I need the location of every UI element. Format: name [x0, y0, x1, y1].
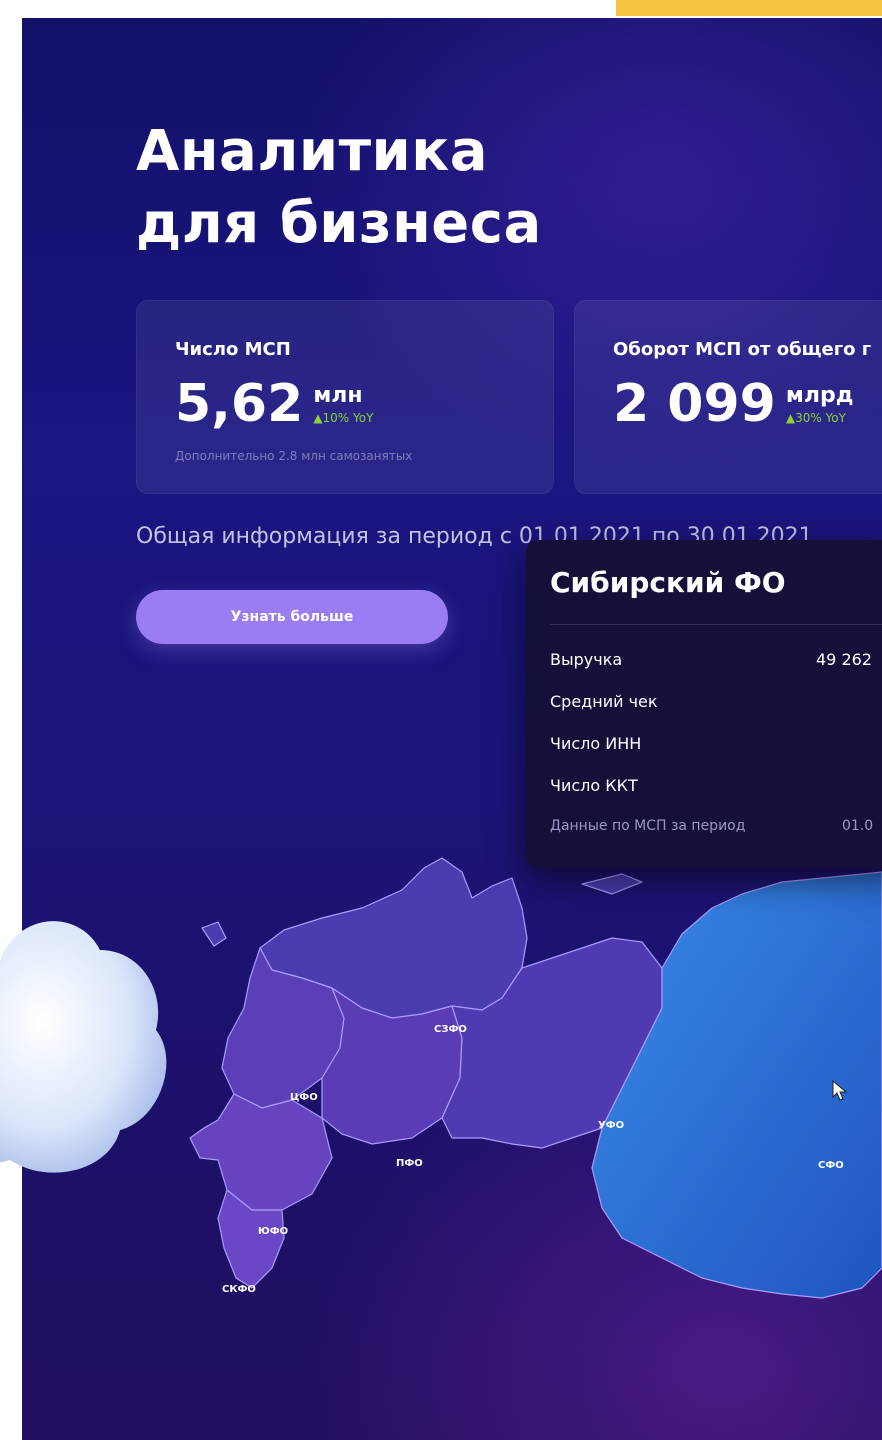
title-line-1: Аналитика: [136, 119, 489, 184]
tooltip-row-label: Данные по МСП за период: [550, 818, 746, 834]
region-label-skfo: СКФО: [222, 1284, 256, 1295]
tooltip-row-value: 01.0: [842, 818, 874, 834]
page-title: Аналитика для бизнеса: [136, 116, 542, 260]
stat-label: Оборот МСП от общего г: [613, 339, 872, 360]
mouse-cursor-icon: [832, 1080, 848, 1101]
cloud-decoration-icon: [0, 921, 167, 1173]
tooltip-row: Число ККТ: [550, 776, 882, 800]
island-kola: [201, 921, 227, 947]
stat-unit: млн: [313, 383, 363, 408]
learn-more-button[interactable]: Узнать больше: [136, 590, 448, 644]
stat-note: Дополнительно 2.8 млн самозанятых: [175, 449, 413, 463]
tooltip-row: Число ИНН: [550, 734, 882, 758]
region-label-cfo: ЦФО: [290, 1092, 318, 1103]
tooltip-row: Средний чек: [550, 692, 882, 716]
stat-unit-box: млн ▲10% YoY: [313, 385, 373, 433]
region-label-szfo: СЗФО: [434, 1024, 467, 1035]
stat-value: 2 099: [613, 374, 776, 434]
tooltip-row-label: Выручка: [550, 650, 623, 669]
tooltip-row: Выручка 49 262: [550, 650, 882, 674]
region-label-sfo: СФО: [818, 1160, 844, 1171]
region-label-ufo: УФО: [598, 1120, 624, 1131]
stat-card-msp-turnover: Оборот МСП от общего г 2 099 млрд ▲30% Y…: [574, 300, 882, 494]
stat-yoy-badge: ▲30% YoY: [785, 411, 846, 425]
stat-label: Число МСП: [175, 339, 291, 360]
tooltip-row-label: Средний чек: [550, 692, 658, 711]
title-line-2: для бизнеса: [136, 191, 542, 256]
stat-value: 5,62: [175, 374, 304, 434]
stat-unit-box: млрд ▲30% YoY: [786, 385, 854, 433]
stat-unit: млрд: [785, 383, 854, 408]
top-accent-bar: [616, 0, 882, 16]
region-label-yfo: ЮФО: [258, 1226, 288, 1237]
hero-panel: Аналитика для бизнеса Число МСП 5,62 млн…: [22, 18, 882, 1440]
stat-yoy-badge: ▲10% YoY: [313, 411, 374, 425]
region-label-pfo: ПФО: [396, 1158, 423, 1169]
tooltip-title: Сибирский ФО: [550, 566, 786, 599]
stat-card-msp-count: Число МСП 5,62 млн ▲10% YoY Дополнительн…: [136, 300, 554, 494]
island-novaya-zemlya: [581, 873, 643, 895]
tooltip-row: Данные по МСП за период 01.0: [550, 818, 882, 842]
tooltip-row-value: 49 262: [816, 650, 872, 669]
region-tooltip: Сибирский ФО Выручка 49 262 Средний чек …: [526, 540, 882, 868]
region-yfo[interactable]: [189, 1093, 333, 1211]
stat-value-row: 2 099 млрд ▲30% YoY: [613, 375, 853, 433]
tooltip-row-label: Число ИНН: [550, 734, 642, 753]
tooltip-row-label: Число ККТ: [550, 776, 638, 795]
stat-value-row: 5,62 млн ▲10% YoY: [175, 375, 373, 433]
tooltip-divider: [550, 624, 882, 625]
